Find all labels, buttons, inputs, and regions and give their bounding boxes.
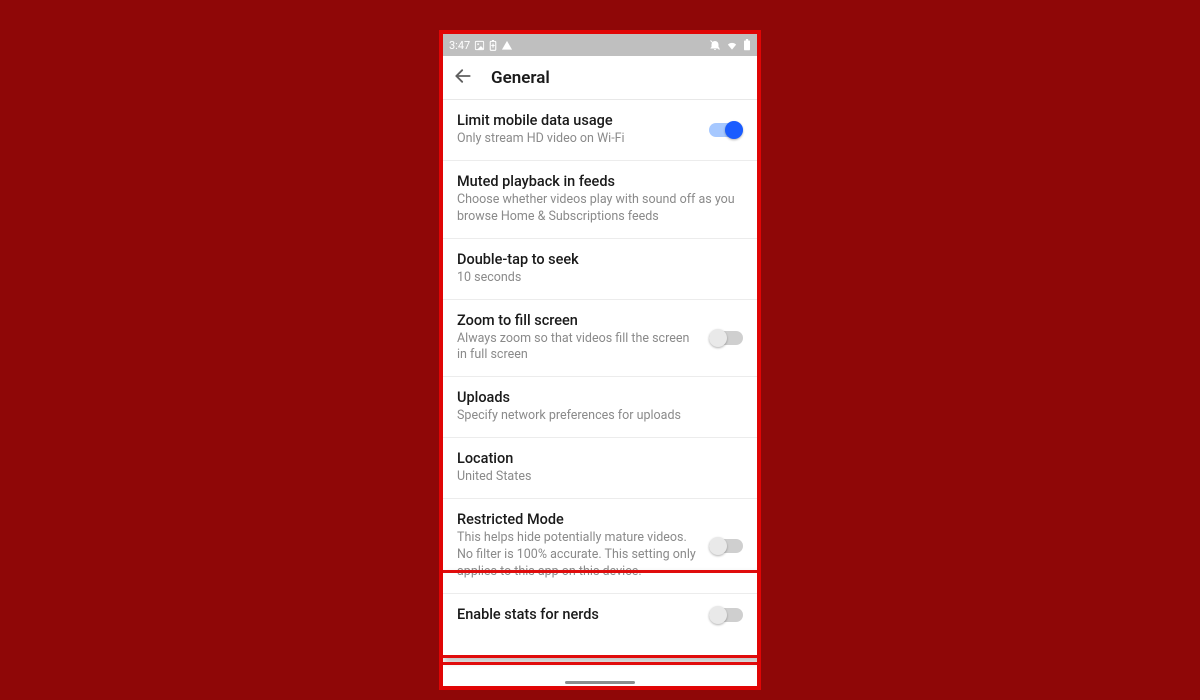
dnd-icon [709,39,721,51]
toggle-zoom-fill[interactable] [709,331,743,345]
setting-restricted-mode[interactable]: Restricted Mode This helps hide potentia… [443,499,757,594]
status-time: 3:47 [449,39,470,52]
setting-muted-playback[interactable]: Muted playback in feeds Choose whether v… [443,161,757,239]
setting-uploads[interactable]: Uploads Specify network preferences for … [443,377,757,438]
toggle-limit-mobile-data[interactable] [709,123,743,137]
image-icon [474,40,485,51]
setting-title: Enable stats for nerds [457,606,699,623]
setting-subtitle: United States [457,469,743,486]
battery-saver-icon [489,40,497,51]
setting-title: Zoom to fill screen [457,312,699,329]
page-title: General [491,68,550,88]
setting-limit-mobile-data[interactable]: Limit mobile data usage Only stream HD v… [443,100,757,161]
warning-icon [501,40,513,51]
setting-subtitle: This helps hide potentially mature video… [457,530,699,581]
highlight-stats-for-nerds [440,662,760,690]
app-bar: General [443,56,757,100]
setting-title: Restricted Mode [457,511,699,528]
settings-list: Limit mobile data usage Only stream HD v… [443,100,757,637]
back-button[interactable] [453,66,473,90]
setting-stats-for-nerds[interactable]: Enable stats for nerds [443,594,757,637]
gesture-handle [565,681,635,684]
setting-title: Location [457,450,743,467]
battery-icon [743,39,751,51]
toggle-restricted-mode[interactable] [709,539,743,553]
setting-subtitle: 10 seconds [457,270,743,287]
setting-subtitle: Always zoom so that videos fill the scre… [457,331,699,365]
setting-location[interactable]: Location United States [443,438,757,499]
setting-title: Limit mobile data usage [457,112,699,129]
setting-title: Muted playback in feeds [457,173,743,190]
setting-zoom-fill[interactable]: Zoom to fill screen Always zoom so that … [443,300,757,378]
setting-title: Double-tap to seek [457,251,743,268]
setting-subtitle: Choose whether videos play with sound of… [457,192,743,226]
status-bar: 3:47 [443,34,757,56]
setting-double-tap-seek[interactable]: Double-tap to seek 10 seconds [443,239,757,300]
wifi-icon [725,40,739,51]
setting-title: Uploads [457,389,743,406]
setting-subtitle: Specify network preferences for uploads [457,408,743,425]
setting-subtitle: Only stream HD video on Wi-Fi [457,131,699,148]
phone-frame: 3:47 General [439,30,761,690]
toggle-stats-for-nerds[interactable] [709,608,743,622]
